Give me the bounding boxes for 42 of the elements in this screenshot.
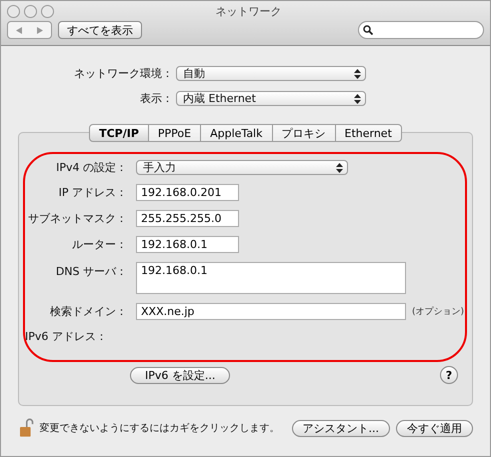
field-label: IPv4 の設定： — [55, 160, 128, 175]
zoom-button[interactable] — [41, 4, 54, 18]
left-triangle-icon — [16, 26, 22, 34]
apply-button[interactable]: 今すぐ適用 — [396, 420, 473, 436]
search-icon — [363, 25, 373, 35]
tab[interactable]: プロキシ — [272, 124, 336, 142]
show-popup[interactable]: 内蔵 Ethernet — [176, 91, 366, 106]
input-field[interactable]: 192.168.0.201 — [136, 184, 239, 201]
show-all-button[interactable]: すべてを表示 — [58, 21, 142, 39]
field-label: IPv6 アドレス： — [25, 329, 108, 344]
field-label: ルーター： — [71, 237, 128, 252]
input-field[interactable]: 255.255.255.0 — [136, 210, 239, 227]
field-label: IP アドレス： — [58, 185, 128, 200]
stepper-arrows-icon — [336, 162, 343, 172]
assistant-button[interactable]: アシスタント... — [292, 420, 390, 436]
stepper-arrows-icon — [354, 68, 361, 78]
help-button[interactable]: ? — [440, 366, 458, 384]
field-label: 表示： — [139, 91, 174, 106]
tab[interactable]: PPPoE — [148, 124, 202, 142]
search-field[interactable] — [358, 21, 484, 39]
field-label: DNS サーバ： — [54, 264, 128, 279]
location-popup[interactable]: 自動 — [176, 66, 366, 81]
back-forward-control[interactable] — [7, 21, 52, 39]
tab[interactable]: AppleTalk — [201, 124, 272, 142]
minimize-button[interactable] — [24, 4, 37, 18]
field-label: サブネットマスク： — [27, 211, 128, 226]
stepper-arrows-icon — [354, 94, 361, 104]
field-label: ネットワーク環境： — [73, 66, 174, 81]
tab[interactable]: Ethernet — [336, 124, 402, 142]
padlock-icon — [20, 418, 34, 438]
input-field[interactable]: 192.168.0.1 — [136, 262, 406, 294]
ipv4-popup[interactable]: 手入力 — [136, 160, 348, 175]
window-title: ネットワーク — [214, 4, 282, 18]
close-button[interactable] — [7, 4, 20, 18]
right-triangle-icon — [37, 26, 44, 34]
field-label: 検索ドメイン： — [49, 304, 128, 319]
lock-hint: 変更できないようにするにはカギをクリックします。 — [40, 422, 280, 435]
configure-ipv6-button[interactable]: IPv6 を設定... — [130, 366, 230, 384]
input-field[interactable]: XXX.ne.jp — [136, 303, 406, 320]
tab[interactable]: TCP/IP — [89, 124, 149, 142]
input-field[interactable]: 192.168.0.1 — [136, 236, 239, 253]
optional-note: (オプション) — [412, 305, 464, 318]
